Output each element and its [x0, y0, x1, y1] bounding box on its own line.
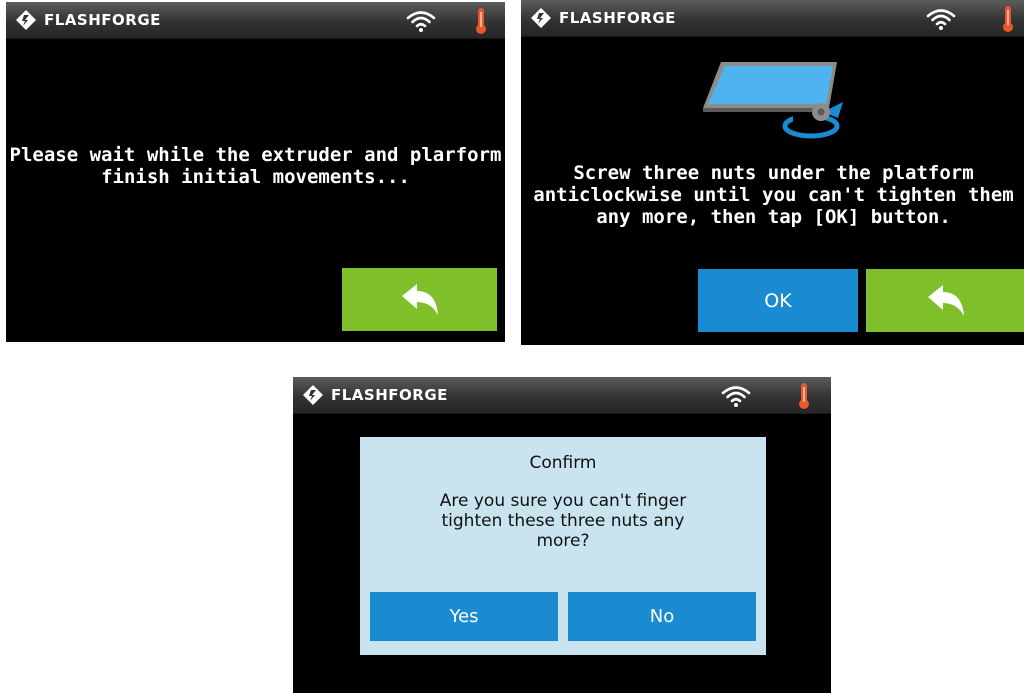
dialog-title: Confirm: [529, 453, 597, 473]
screen-screw-nuts: FLASHFORGE Screw three nuts under the pl…: [521, 0, 1024, 345]
thermometer-icon[interactable]: [797, 382, 811, 410]
flashforge-logo-icon: [16, 10, 36, 30]
ok-button[interactable]: OK: [698, 269, 858, 332]
brand-name: FLASHFORGE: [44, 11, 161, 29]
wifi-icon[interactable]: [406, 9, 436, 33]
flashforge-logo-icon: [303, 385, 323, 405]
status-bar: FLASHFORGE: [6, 2, 505, 39]
wifi-icon[interactable]: [721, 384, 751, 408]
status-message: Please wait while the extruder and plarf…: [9, 144, 502, 188]
dialog-message: Are you sure you can't finger tighten th…: [439, 491, 687, 551]
no-button[interactable]: No: [568, 592, 756, 641]
status-bar: FLASHFORGE: [521, 0, 1024, 37]
yes-button[interactable]: Yes: [370, 592, 558, 641]
screen-wait: FLASHFORGE Please wait while the extrude…: [6, 2, 505, 342]
back-arrow-icon: [928, 284, 964, 316]
instruction-message: Screw three nuts under the platform anti…: [533, 162, 1014, 228]
platform-adjust-icon: [703, 62, 843, 139]
flashforge-logo-icon: [531, 8, 551, 28]
back-button[interactable]: [342, 268, 497, 331]
thermometer-icon[interactable]: [1001, 5, 1015, 33]
brand-name: FLASHFORGE: [559, 9, 676, 27]
brand-name: FLASHFORGE: [331, 386, 448, 404]
back-button[interactable]: [866, 269, 1024, 332]
wifi-icon[interactable]: [926, 7, 956, 31]
confirm-dialog: Confirm Are you sure you can't finger ti…: [360, 437, 766, 655]
thermometer-icon[interactable]: [474, 7, 488, 35]
status-bar: FLASHFORGE: [293, 377, 831, 414]
back-arrow-icon: [401, 283, 438, 315]
screen-confirm: FLASHFORGE Confirm Are you sure you can'…: [293, 377, 831, 693]
